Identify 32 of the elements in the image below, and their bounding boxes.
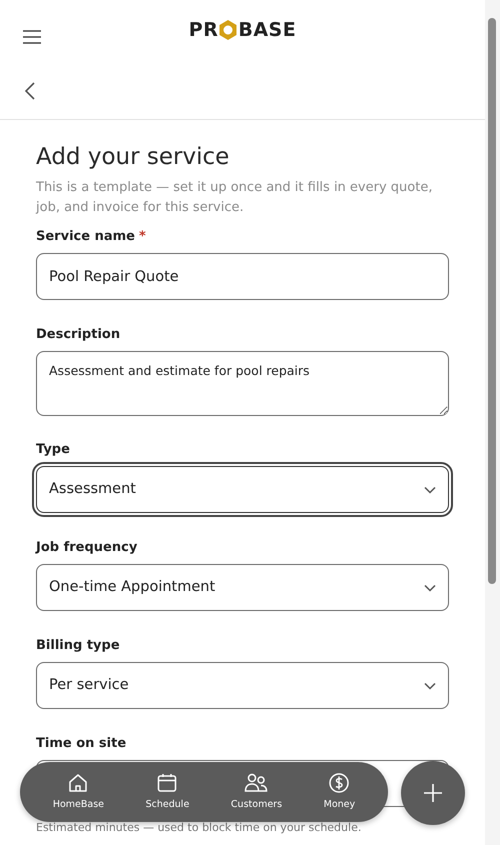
people-icon xyxy=(244,772,268,794)
field-label: Job frequency xyxy=(36,540,138,555)
page-title: Add your service xyxy=(36,143,230,172)
field-label: Type xyxy=(36,442,70,457)
chevron-icon xyxy=(424,486,436,494)
dollar-icon xyxy=(328,772,350,794)
scrollbar-thumb[interactable] xyxy=(488,18,496,584)
add-button[interactable] xyxy=(401,761,465,825)
nav-item[interactable]: Money xyxy=(320,772,360,812)
required-mark: * xyxy=(138,229,146,244)
dropdown[interactable]: Per service xyxy=(36,662,449,709)
back-icon xyxy=(24,81,36,102)
nav-item[interactable]: Schedule xyxy=(142,772,194,812)
menu-icon xyxy=(22,28,42,45)
page-subtitle: This is a template — set it up once and it fills in every quote, job, and invoice for this service. xyxy=(36,179,434,217)
help-text: Estimated minutes — used to block time on your schedule. xyxy=(36,821,362,834)
scrollbar[interactable] xyxy=(485,0,500,845)
field-label: Billing type xyxy=(36,638,120,653)
logo: PR BASE xyxy=(188,18,296,43)
description-field[interactable]: Assessment and estimate for pool repairs xyxy=(36,351,449,416)
dropdown[interactable]: One-time Appointment xyxy=(36,564,449,611)
input-field[interactable]: Pool Repair Quote xyxy=(36,253,449,300)
house-icon xyxy=(67,772,90,794)
nav-item[interactable]: Customers xyxy=(226,772,286,812)
field-label: Description xyxy=(36,327,120,342)
calendar-icon xyxy=(156,772,178,794)
plus-icon xyxy=(423,783,443,803)
field-label: Time on site xyxy=(36,736,126,751)
chevron-icon xyxy=(424,682,436,690)
field-label: Service name xyxy=(36,229,135,244)
chevron-icon xyxy=(424,584,436,592)
nav-item[interactable]: HomeBase xyxy=(48,772,108,812)
